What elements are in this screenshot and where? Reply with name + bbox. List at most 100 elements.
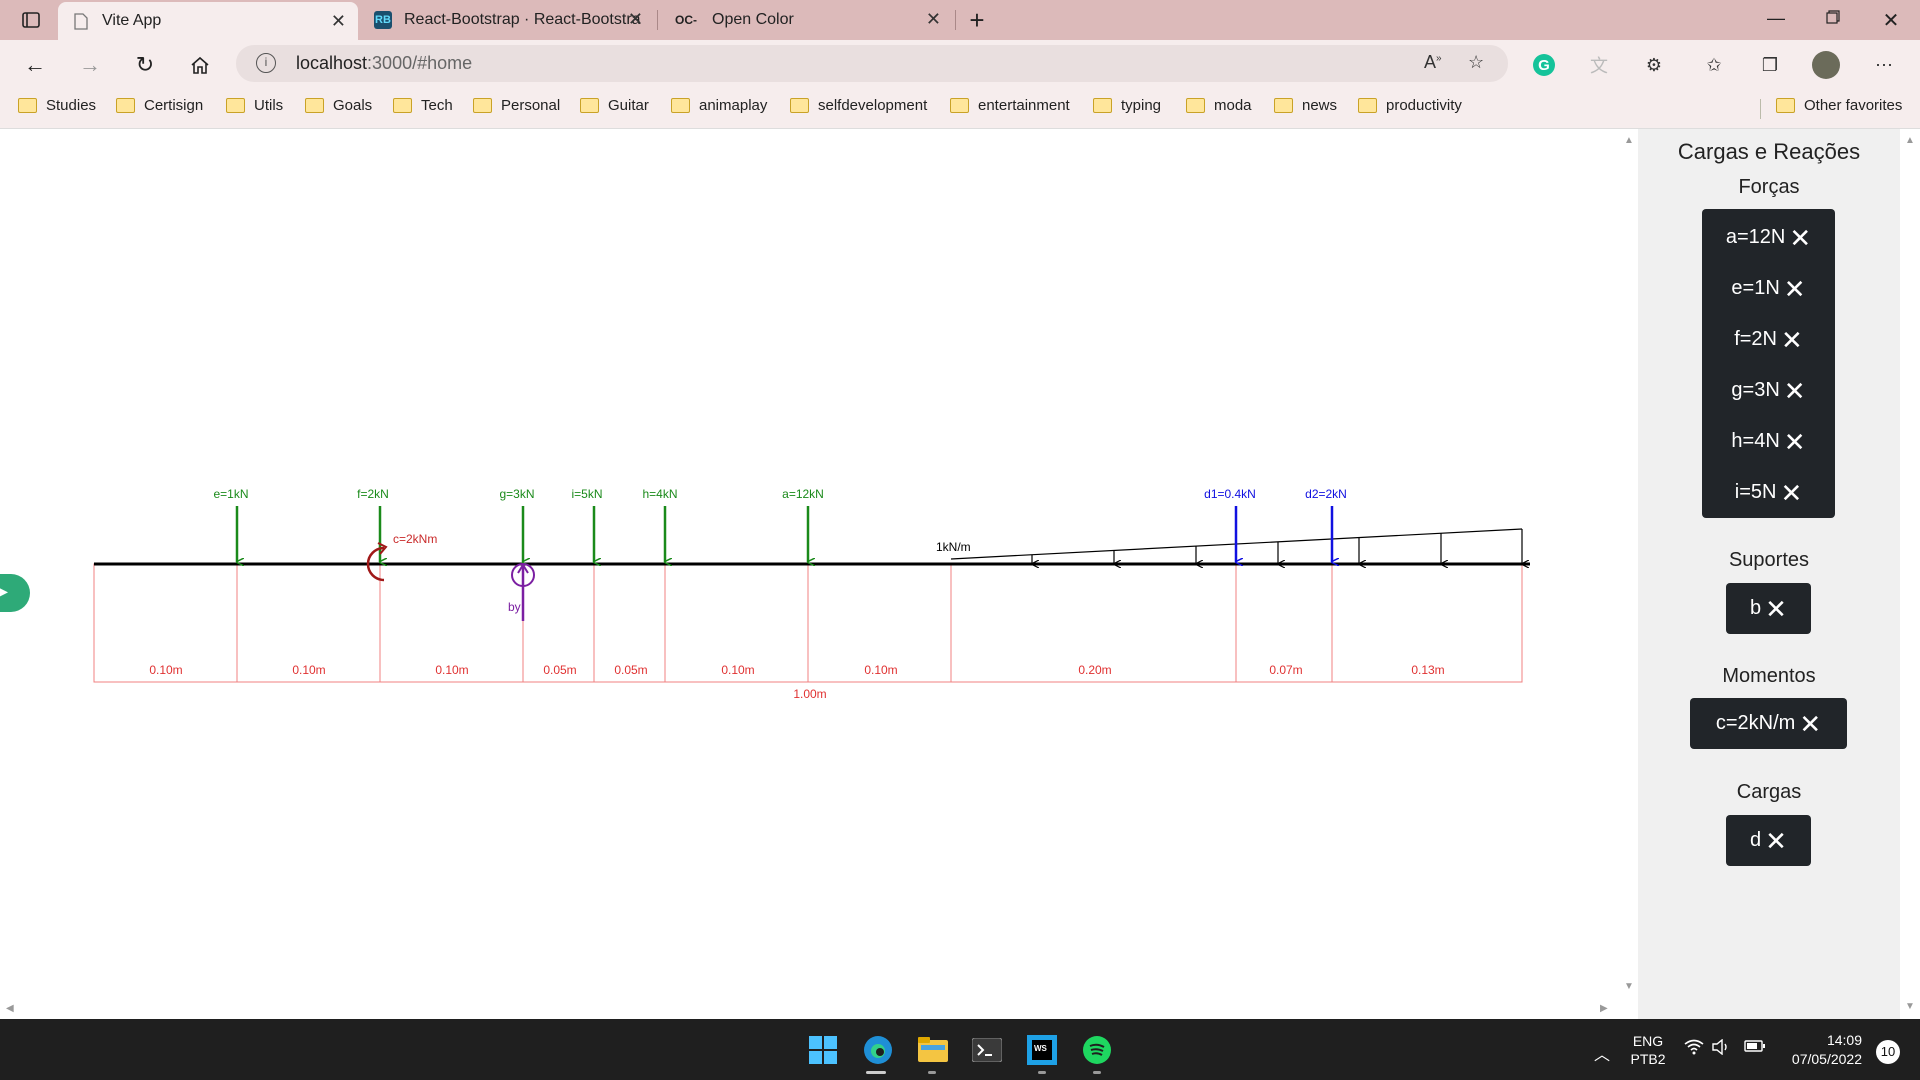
home-icon[interactable] bbox=[185, 50, 215, 80]
read-aloud-icon[interactable]: A» bbox=[1424, 52, 1442, 73]
address-bar[interactable]: i localhost:3000/#home A» ☆ bbox=[236, 45, 1508, 82]
remove-icon[interactable]: ✕ bbox=[1784, 378, 1806, 404]
bookmark-personal[interactable]: Personal bbox=[473, 97, 560, 114]
bookmark-utils[interactable]: Utils bbox=[226, 97, 283, 114]
favorites-icon[interactable]: ✩ bbox=[1700, 51, 1728, 79]
info-icon[interactable]: i bbox=[256, 53, 276, 73]
bookmark-selfdevelopment[interactable]: selfdevelopment bbox=[790, 97, 927, 114]
force-item[interactable]: i=5N ✕ bbox=[1702, 467, 1835, 518]
remove-icon[interactable]: ✕ bbox=[1765, 828, 1787, 854]
load-label: d1=0.4kN bbox=[1204, 487, 1256, 501]
tab-vite-app[interactable]: Vite App ✕ bbox=[58, 2, 358, 40]
remove-icon[interactable]: ✕ bbox=[1789, 225, 1811, 251]
folder-icon bbox=[116, 98, 135, 113]
notifications-badge[interactable]: 10 bbox=[1876, 1040, 1900, 1064]
tab-react-bootstrap[interactable]: RB React-Bootstrap · React-Bootstra ✕ bbox=[360, 0, 655, 40]
bookmarks-bar: Studies Certisign Utils Goals Tech Perso… bbox=[0, 89, 1920, 129]
translate-icon[interactable]: 文 bbox=[1585, 51, 1613, 79]
remove-icon[interactable]: ✕ bbox=[1780, 480, 1802, 506]
moment-item[interactable]: c=2kN/m ✕ bbox=[1690, 698, 1847, 749]
extensions-icon[interactable]: ⚙ bbox=[1640, 51, 1668, 79]
terminal-icon[interactable] bbox=[970, 1033, 1004, 1067]
spotify-icon[interactable] bbox=[1080, 1033, 1114, 1067]
scroll-down-icon[interactable]: ▼ bbox=[1624, 981, 1634, 992]
force-label: g=3N bbox=[1731, 379, 1780, 401]
sidebar-scrollbar[interactable]: ▲ ▼ bbox=[1900, 129, 1920, 1019]
scroll-right-icon[interactable]: ▶ bbox=[1600, 1003, 1608, 1014]
more-icon[interactable]: ⋯ bbox=[1870, 51, 1898, 79]
force-label: f=2N bbox=[1734, 328, 1777, 350]
bookmark-animaplay[interactable]: animaplay bbox=[671, 97, 767, 114]
scroll-up-icon[interactable]: ▲ bbox=[1905, 135, 1915, 146]
vertical-scrollbar[interactable]: ▲ ▼ bbox=[1620, 129, 1638, 1001]
windows-start-icon[interactable] bbox=[806, 1033, 840, 1067]
bookmark-news[interactable]: news bbox=[1274, 97, 1337, 114]
grammarly-icon[interactable]: G bbox=[1533, 54, 1555, 76]
bookmark-tech[interactable]: Tech bbox=[393, 97, 453, 114]
volume-icon[interactable] bbox=[1712, 1038, 1730, 1058]
load-item[interactable]: d ✕ bbox=[1726, 815, 1811, 866]
remove-icon[interactable]: ✕ bbox=[1781, 327, 1803, 353]
bookmark-guitar[interactable]: Guitar bbox=[580, 97, 649, 114]
running-indicator bbox=[1038, 1071, 1046, 1074]
battery-icon[interactable] bbox=[1744, 1039, 1766, 1056]
support-item[interactable]: b ✕ bbox=[1726, 583, 1811, 634]
clock[interactable]: 14:09 07/05/2022 bbox=[1782, 1031, 1862, 1069]
edge-icon[interactable] bbox=[861, 1033, 895, 1067]
segment-label: 0.05m bbox=[543, 663, 576, 677]
url-path: :3000/#home bbox=[367, 53, 473, 73]
tab-actions-icon[interactable] bbox=[16, 5, 46, 35]
folder-icon bbox=[305, 98, 324, 113]
language-code: ENG bbox=[1632, 1033, 1664, 1049]
remove-icon[interactable]: ✕ bbox=[1784, 276, 1806, 302]
bookmark-label: Other favorites bbox=[1804, 97, 1903, 114]
forward-icon[interactable]: → bbox=[75, 50, 105, 80]
bookmark-studies[interactable]: Studies bbox=[18, 97, 96, 114]
moment-item-label: c=2kN/m bbox=[1715, 712, 1796, 734]
close-icon[interactable]: ✕ bbox=[926, 9, 941, 30]
bookmark-productivity[interactable]: productivity bbox=[1358, 97, 1462, 114]
total-length-label: 1.00m bbox=[793, 687, 826, 701]
file-explorer-icon[interactable] bbox=[916, 1033, 950, 1067]
forces-heading: Forças bbox=[1738, 176, 1800, 198]
restore-icon[interactable] bbox=[1810, 8, 1856, 29]
horizontal-scrollbar[interactable]: ◀ ▶ bbox=[0, 1001, 1620, 1019]
bookmark-typing[interactable]: typing bbox=[1093, 97, 1161, 114]
force-item[interactable]: a=12N ✕ bbox=[1702, 212, 1835, 263]
tray-overflow-icon[interactable]: ︿ bbox=[1594, 1041, 1610, 1065]
moments-heading: Momentos bbox=[1722, 665, 1816, 687]
force-item[interactable]: h=4N ✕ bbox=[1702, 416, 1835, 467]
scroll-left-icon[interactable]: ◀ bbox=[6, 1003, 14, 1014]
bookmark-goals[interactable]: Goals bbox=[305, 97, 372, 114]
close-icon[interactable]: ✕ bbox=[331, 11, 346, 32]
webstorm-icon[interactable]: WS bbox=[1025, 1033, 1059, 1067]
language-indicator[interactable]: ENG PTB2 bbox=[1628, 1032, 1668, 1068]
new-tab-icon[interactable]: + bbox=[962, 5, 992, 35]
bookmark-other-favorites[interactable]: Other favorites bbox=[1776, 97, 1902, 114]
wifi-icon[interactable] bbox=[1684, 1039, 1704, 1058]
close-window-icon[interactable]: ✕ bbox=[1868, 8, 1914, 33]
close-icon[interactable]: ✕ bbox=[628, 9, 643, 30]
refresh-icon[interactable]: ↻ bbox=[130, 50, 160, 80]
add-favorite-icon[interactable]: ☆ bbox=[1468, 52, 1484, 73]
force-item[interactable]: f=2N ✕ bbox=[1702, 314, 1835, 365]
avatar[interactable] bbox=[1812, 51, 1840, 79]
scroll-down-icon[interactable]: ▼ bbox=[1905, 1001, 1915, 1012]
folder-icon bbox=[950, 98, 969, 113]
back-icon[interactable]: ← bbox=[20, 50, 50, 80]
tab-open-color[interactable]: OC- Open Color ✕ bbox=[658, 0, 953, 40]
force-item[interactable]: g=3N ✕ bbox=[1702, 365, 1835, 416]
scroll-up-icon[interactable]: ▲ bbox=[1624, 135, 1634, 146]
force-item[interactable]: e=1N ✕ bbox=[1702, 263, 1835, 314]
remove-icon[interactable]: ✕ bbox=[1799, 711, 1821, 737]
bookmark-entertainment[interactable]: entertainment bbox=[950, 97, 1070, 114]
bookmark-moda[interactable]: moda bbox=[1186, 97, 1252, 114]
folder-icon bbox=[393, 98, 412, 113]
remove-icon[interactable]: ✕ bbox=[1765, 596, 1787, 622]
collections-icon[interactable]: ❐ bbox=[1756, 51, 1784, 79]
remove-icon[interactable]: ✕ bbox=[1784, 429, 1806, 455]
segment-label: 0.20m bbox=[1078, 663, 1111, 677]
folder-icon bbox=[671, 98, 690, 113]
minimize-icon[interactable]: — bbox=[1753, 8, 1799, 29]
bookmark-certisign[interactable]: Certisign bbox=[116, 97, 203, 114]
